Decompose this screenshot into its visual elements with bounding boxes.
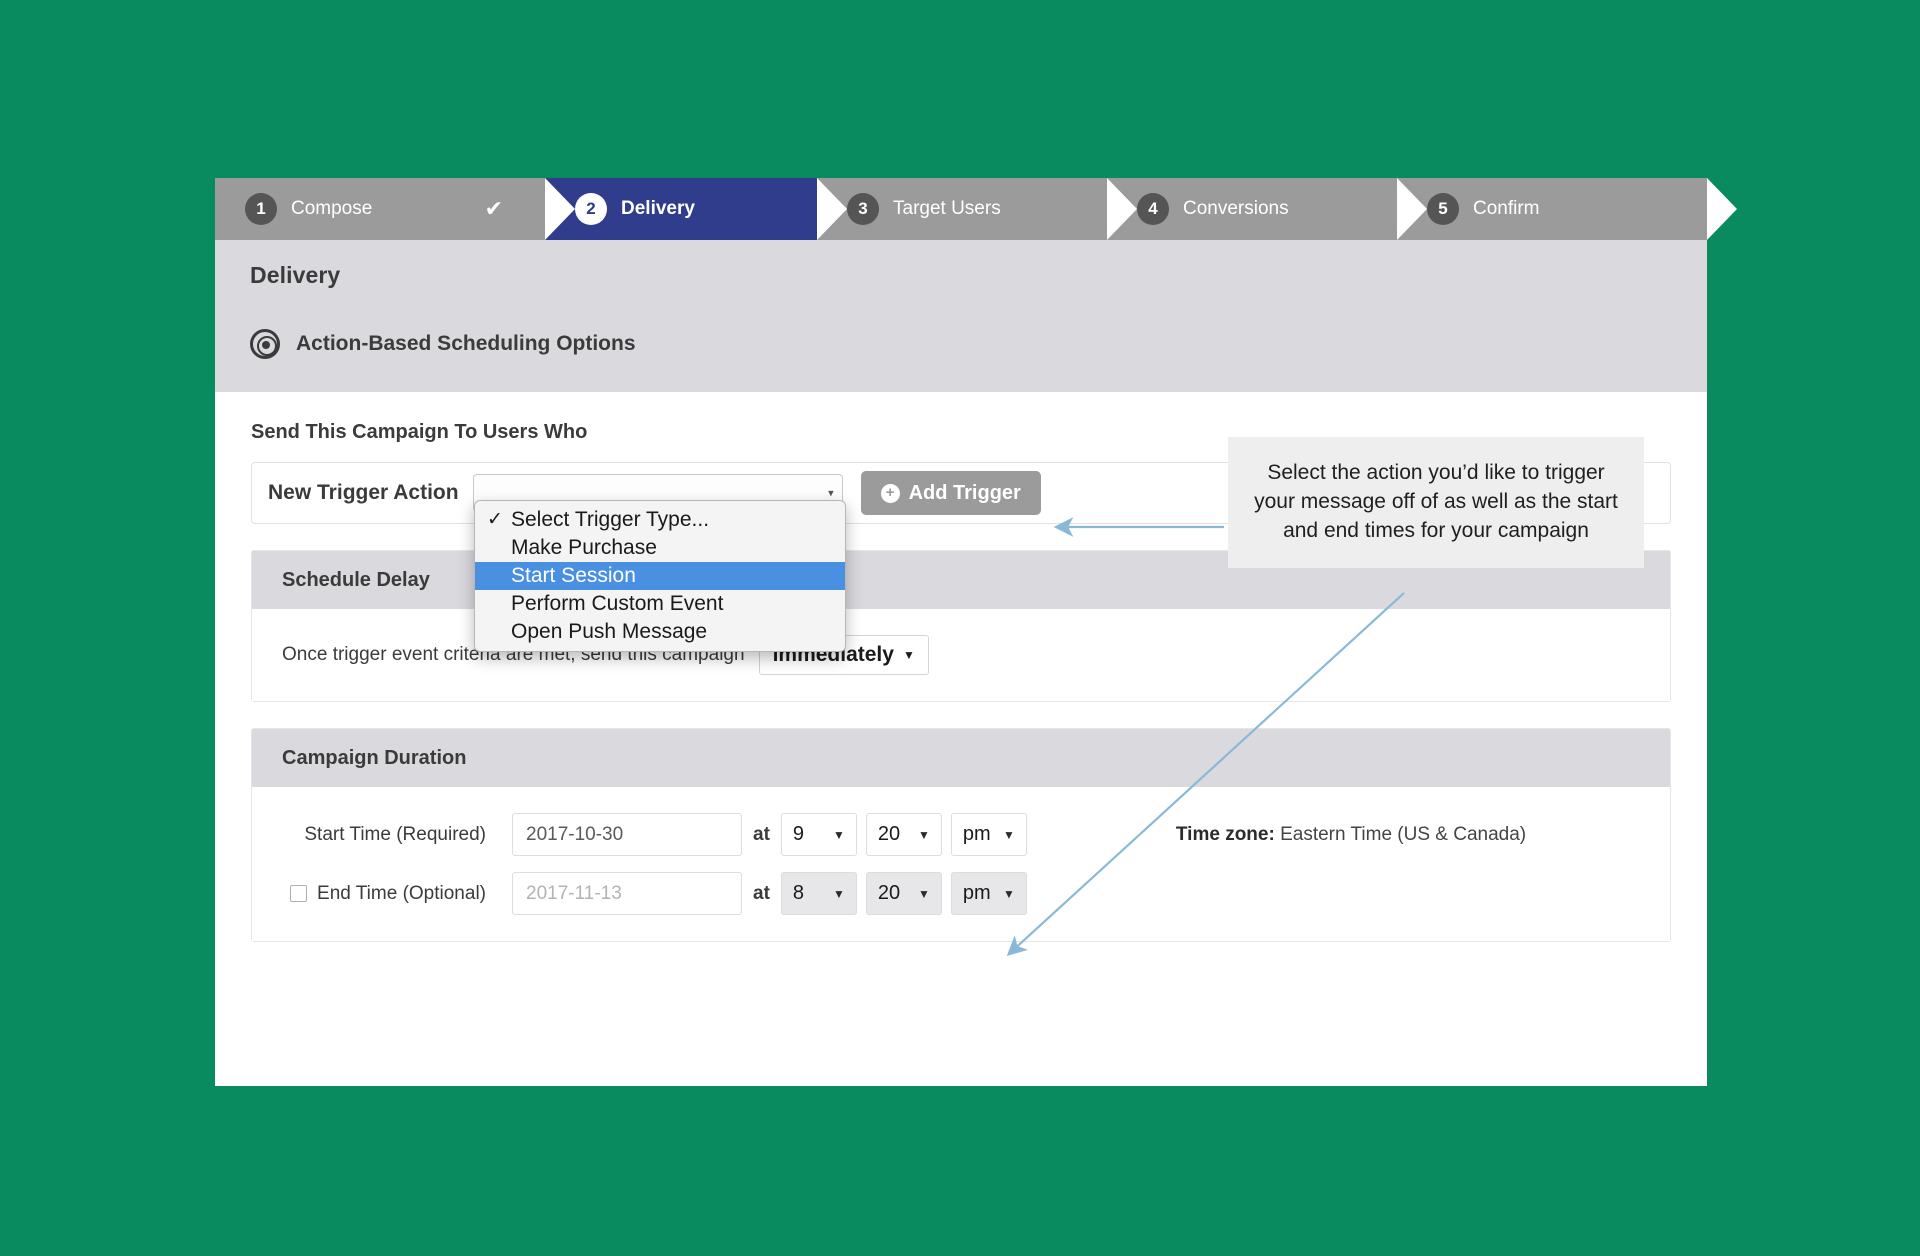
start-meridiem-select[interactable]: pm ▼ bbox=[951, 813, 1027, 856]
campaign-duration-heading: Campaign Duration bbox=[252, 729, 1670, 787]
start-date-value: 2017-10-30 bbox=[526, 824, 623, 846]
plus-circle-icon: + bbox=[881, 484, 900, 503]
chevron-down-icon: ▼ bbox=[918, 887, 930, 901]
add-trigger-button[interactable]: + Add Trigger bbox=[861, 471, 1041, 515]
step-target-users[interactable]: 3 Target Users bbox=[817, 178, 1107, 240]
scheduling-options-label: Action-Based Scheduling Options bbox=[296, 332, 636, 356]
start-minute-select[interactable]: 20 ▼ bbox=[866, 813, 942, 856]
timezone-label: Time zone: bbox=[1176, 824, 1275, 845]
step-conversions[interactable]: 4 Conversions bbox=[1107, 178, 1397, 240]
trigger-type-dropdown-menu[interactable]: ✓ Select Trigger Type... Make Purchase S… bbox=[474, 500, 846, 652]
chevron-down-icon: ▼ bbox=[918, 828, 930, 842]
start-time-row: Start Time (Required) 2017-10-30 at 9 ▼ … bbox=[282, 813, 1640, 856]
step-confirm[interactable]: 5 Confirm bbox=[1397, 178, 1707, 240]
panel-header: Delivery Action-Based Scheduling Options bbox=[215, 240, 1707, 392]
step-label: Compose bbox=[291, 198, 372, 220]
step-label: Conversions bbox=[1183, 198, 1289, 220]
end-hour-value: 8 bbox=[793, 882, 804, 905]
dropdown-option-label: Make Purchase bbox=[511, 536, 657, 559]
start-meridiem-value: pm bbox=[963, 823, 991, 846]
chevron-down-icon: ▼ bbox=[833, 828, 845, 842]
end-time-label: End Time (Optional) bbox=[317, 883, 486, 905]
callout-tooltip: Select the action you’d like to trigger … bbox=[1228, 437, 1644, 568]
schedule-delay-body: Once trigger event criteria are met, sen… bbox=[252, 609, 1670, 701]
campaign-duration-body: Start Time (Required) 2017-10-30 at 9 ▼ … bbox=[252, 787, 1670, 941]
check-icon: ✔ bbox=[485, 196, 503, 222]
chevron-down-icon: ▼ bbox=[1003, 828, 1015, 842]
end-minute-value: 20 bbox=[878, 882, 900, 905]
dropdown-option-select-trigger-type[interactable]: ✓ Select Trigger Type... bbox=[475, 506, 845, 534]
step-label: Delivery bbox=[621, 198, 695, 220]
add-trigger-label: Add Trigger bbox=[909, 482, 1021, 505]
end-meridiem-select[interactable]: pm ▼ bbox=[951, 872, 1027, 915]
end-time-checkbox[interactable] bbox=[290, 885, 307, 902]
start-hour-select[interactable]: 9 ▼ bbox=[781, 813, 857, 856]
end-hour-select[interactable]: 8 ▼ bbox=[781, 872, 857, 915]
chevron-down-icon: ▼ bbox=[1003, 887, 1015, 901]
dropdown-option-label: Perform Custom Event bbox=[511, 592, 723, 615]
dropdown-option-label: Start Session bbox=[511, 564, 636, 587]
dropdown-option-make-purchase[interactable]: Make Purchase bbox=[475, 534, 845, 562]
start-hour-value: 9 bbox=[793, 823, 804, 846]
start-at-word: at bbox=[753, 824, 770, 846]
page-title: Delivery bbox=[250, 262, 1707, 289]
step-number: 1 bbox=[245, 193, 277, 225]
step-divider-outer bbox=[1707, 178, 1737, 240]
dropdown-option-open-push-message[interactable]: Open Push Message bbox=[475, 618, 845, 646]
dropdown-option-start-session[interactable]: Start Session bbox=[475, 562, 845, 590]
end-time-row: End Time (Optional) 2017-11-13 at 8 ▼ 20… bbox=[282, 872, 1640, 915]
end-at-word: at bbox=[753, 883, 770, 905]
step-label: Confirm bbox=[1473, 198, 1540, 220]
start-time-label: Start Time (Required) bbox=[304, 824, 486, 846]
end-time-label-wrap: End Time (Optional) bbox=[282, 883, 512, 905]
target-icon bbox=[250, 329, 280, 359]
wizard-stepper: 1 Compose ✔ 2 Delivery 3 Target Users 4 … bbox=[215, 178, 1707, 240]
end-minute-select[interactable]: 20 ▼ bbox=[866, 872, 942, 915]
step-number: 5 bbox=[1427, 193, 1459, 225]
step-number: 4 bbox=[1137, 193, 1169, 225]
step-delivery[interactable]: 2 Delivery bbox=[545, 178, 817, 240]
schedule-delay-section: Schedule Delay Once trigger event criter… bbox=[251, 550, 1671, 702]
chevron-down-icon: ▼ bbox=[903, 648, 915, 662]
chevron-down-icon: ▾ bbox=[828, 487, 834, 500]
scheduling-options-heading: Action-Based Scheduling Options bbox=[250, 329, 1707, 359]
end-date-value: 2017-11-13 bbox=[526, 883, 622, 905]
start-time-label-wrap: Start Time (Required) bbox=[282, 824, 512, 846]
step-compose[interactable]: 1 Compose ✔ bbox=[215, 178, 545, 240]
step-number: 2 bbox=[575, 193, 607, 225]
dropdown-option-label: Select Trigger Type... bbox=[511, 508, 709, 531]
timezone-value: Eastern Time (US & Canada) bbox=[1280, 824, 1526, 845]
timezone-display: Time zone: Eastern Time (US & Canada) bbox=[1176, 824, 1526, 846]
end-date-input[interactable]: 2017-11-13 bbox=[512, 872, 742, 915]
dropdown-option-label: Open Push Message bbox=[511, 620, 707, 643]
step-label: Target Users bbox=[893, 198, 1001, 220]
end-meridiem-value: pm bbox=[963, 882, 991, 905]
dropdown-option-perform-custom-event[interactable]: Perform Custom Event bbox=[475, 590, 845, 618]
campaign-editor-card: 1 Compose ✔ 2 Delivery 3 Target Users 4 … bbox=[215, 178, 1707, 1086]
check-icon: ✓ bbox=[487, 506, 503, 534]
chevron-down-icon: ▼ bbox=[833, 887, 845, 901]
step-number: 3 bbox=[847, 193, 879, 225]
campaign-duration-section: Campaign Duration Start Time (Required) … bbox=[251, 728, 1671, 942]
start-minute-value: 20 bbox=[878, 823, 900, 846]
trigger-action-label: New Trigger Action bbox=[268, 481, 459, 505]
start-date-input[interactable]: 2017-10-30 bbox=[512, 813, 742, 856]
